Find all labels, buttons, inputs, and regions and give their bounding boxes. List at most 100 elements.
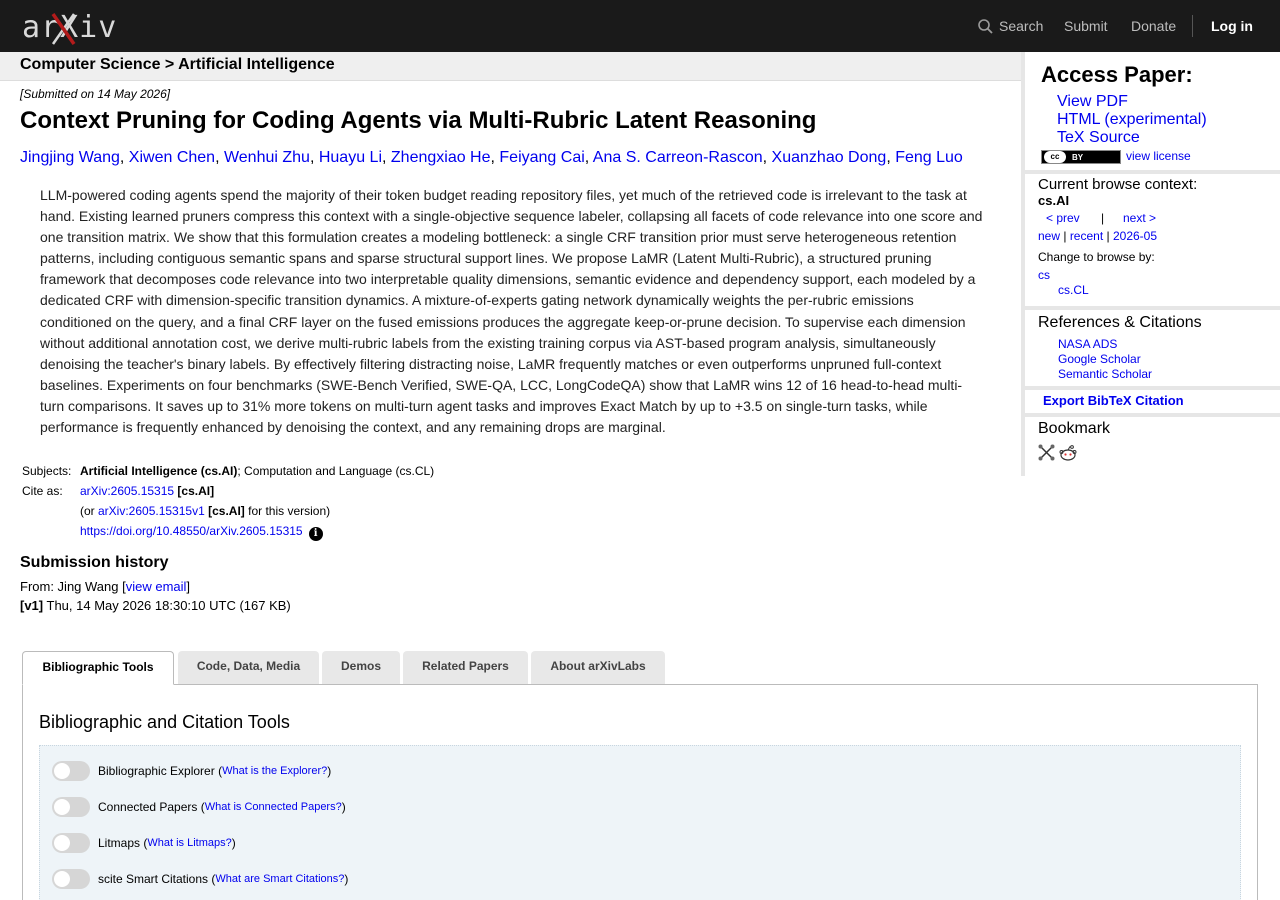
arxiv-logo[interactable]: arXiv bbox=[22, 8, 116, 46]
sidebar-separator bbox=[1021, 413, 1280, 417]
search-link[interactable]: Search bbox=[978, 18, 1043, 34]
tool-info-link[interactable]: What is Litmaps? bbox=[147, 837, 231, 849]
cite-or-prefix: (or bbox=[80, 504, 98, 518]
right-sidebar: Access Paper: View PDF HTML (experimenta… bbox=[1021, 52, 1280, 476]
submission-history-heading: Submission history bbox=[20, 554, 169, 571]
toggle-switch[interactable] bbox=[52, 797, 90, 817]
tools-box: Bibliographic Explorer (What is the Expl… bbox=[39, 745, 1241, 900]
info-icon[interactable]: i bbox=[308, 527, 323, 541]
tool-label: Connected Papers bbox=[98, 800, 198, 814]
cite-label: Cite as: bbox=[22, 484, 63, 498]
prev-next-separator: | bbox=[1101, 211, 1105, 225]
tex-source-link[interactable]: TeX Source bbox=[1057, 129, 1140, 147]
nav-divider bbox=[1192, 15, 1193, 37]
prev-link[interactable]: < prev bbox=[1046, 211, 1080, 225]
reddit-icon[interactable] bbox=[1059, 444, 1077, 461]
version-label: [v1] bbox=[20, 598, 44, 613]
nasa-ads-link[interactable]: NASA ADS bbox=[1058, 337, 1117, 351]
arxiv-id-link[interactable]: arXiv:2605.15315 bbox=[80, 484, 174, 498]
tool-row-bibliographic-explorer: Bibliographic Explorer (What is the Expl… bbox=[52, 761, 331, 781]
logo-x-mark bbox=[51, 12, 76, 46]
submitter-line: From: Jing Wang [view email] bbox=[20, 579, 190, 594]
tool-label: Bibliographic Explorer bbox=[98, 764, 215, 778]
doi-link[interactable]: https://doi.org/10.48550/arXiv.2605.1531… bbox=[80, 524, 303, 538]
other-subjects: ; Computation and Language (cs.CL) bbox=[237, 464, 435, 478]
author-link[interactable]: Feng Luo bbox=[895, 149, 963, 166]
license-type: BY bbox=[1072, 152, 1084, 162]
arxiv-version-link[interactable]: arXiv:2605.15315v1 bbox=[98, 504, 205, 518]
donate-link[interactable]: Donate bbox=[1131, 18, 1176, 34]
author-link[interactable]: Wenhui Zhu bbox=[224, 149, 310, 166]
paper-title: Context Pruning for Coding Agents via Mu… bbox=[20, 107, 817, 134]
semantic-scholar-link[interactable]: Semantic Scholar bbox=[1058, 367, 1152, 381]
primary-subject: Artificial Intelligence (cs.AI) bbox=[80, 464, 238, 478]
search-label: Search bbox=[999, 18, 1044, 34]
google-scholar-link[interactable]: Google Scholar bbox=[1058, 352, 1141, 366]
breadcrumb: Computer Science > Artificial Intelligen… bbox=[20, 56, 335, 73]
tool-info-link[interactable]: What are Smart Citations? bbox=[215, 873, 344, 885]
version-date: Thu, 14 May 2026 18:30:10 UTC (167 KB) bbox=[43, 598, 291, 613]
cc-license-badge[interactable]: cc BY bbox=[1041, 150, 1121, 164]
submit-link[interactable]: Submit bbox=[1064, 18, 1108, 34]
tab-panel: Bibliographic and Citation Tools Bibliog… bbox=[22, 684, 1258, 900]
tab-about-arxivlabs[interactable]: About arXivLabs bbox=[531, 651, 665, 684]
bookmark-icons bbox=[1038, 444, 1077, 461]
sidebar-separator bbox=[1021, 170, 1280, 174]
tab-code-data-media[interactable]: Code, Data, Media bbox=[178, 651, 319, 684]
abstract: LLM-powered coding agents spend the majo… bbox=[40, 187, 983, 436]
change-browse-heading: Change to browse by: bbox=[1038, 250, 1155, 264]
from-prefix: From: Jing Wang [ bbox=[20, 579, 126, 594]
login-link[interactable]: Log in bbox=[1211, 18, 1253, 34]
tool-row-litmaps: Litmaps (What is Litmaps?) bbox=[52, 833, 236, 853]
tab-related-papers[interactable]: Related Papers bbox=[403, 651, 528, 684]
view-email-link[interactable]: view email bbox=[126, 579, 187, 594]
tab-demos[interactable]: Demos bbox=[322, 651, 400, 684]
view-pdf-link[interactable]: View PDF bbox=[1057, 93, 1128, 111]
access-paper-heading: Access Paper: bbox=[1041, 62, 1193, 87]
html-link[interactable]: HTML (experimental) bbox=[1057, 111, 1207, 129]
author-link[interactable]: Huayu Li bbox=[319, 149, 382, 166]
author-link[interactable]: Xuanzhao Dong bbox=[772, 149, 887, 166]
new-link[interactable]: new bbox=[1038, 229, 1060, 243]
tool-row-scite: scite Smart Citations (What are Smart Ci… bbox=[52, 869, 348, 889]
tool-row-connected-papers: Connected Papers (What is Connected Pape… bbox=[52, 797, 346, 817]
author-list: Jingjing Wang, Xiwen Chen, Wenhui Zhu, H… bbox=[20, 149, 963, 166]
tool-info-link[interactable]: What is Connected Papers? bbox=[205, 801, 342, 813]
cc-logo: cc bbox=[1044, 151, 1066, 163]
from-suffix: ] bbox=[186, 579, 191, 594]
panel-title: Bibliographic and Citation Tools bbox=[39, 712, 290, 732]
toggle-switch[interactable] bbox=[52, 761, 90, 781]
browse-context-value: cs.AI bbox=[1038, 193, 1070, 208]
breadcrumb-bar: Computer Science > Artificial Intelligen… bbox=[0, 52, 1022, 81]
author-link[interactable]: Feiyang Cai bbox=[499, 149, 584, 166]
author-link[interactable]: Jingjing Wang bbox=[20, 149, 120, 166]
browse-cscl-link[interactable]: cs.CL bbox=[1058, 283, 1089, 297]
version-line: [v1] Thu, 14 May 2026 18:30:10 UTC (167 … bbox=[20, 598, 291, 613]
bookmark-heading: Bookmark bbox=[1038, 420, 1111, 437]
browse-context-heading: Current browse context: bbox=[1038, 176, 1198, 193]
export-bibtex-link[interactable]: Export BibTeX Citation bbox=[1043, 393, 1184, 408]
author-link[interactable]: Xiwen Chen bbox=[129, 149, 215, 166]
browse-cs-link[interactable]: cs bbox=[1038, 268, 1050, 282]
references-heading: References & Citations bbox=[1038, 314, 1202, 331]
view-license-link[interactable]: view license bbox=[1126, 149, 1191, 163]
sidebar-separator bbox=[1021, 306, 1280, 310]
search-icon bbox=[978, 18, 993, 34]
author-link[interactable]: Zhengxiao He bbox=[391, 149, 491, 166]
author-link[interactable]: Ana S. Carreon-Rascon bbox=[593, 149, 763, 166]
top-navbar: arXiv Search Submit Donate Log in bbox=[0, 0, 1280, 52]
bibsonomy-icon[interactable] bbox=[1038, 444, 1055, 461]
month-link[interactable]: 2026-05 bbox=[1113, 229, 1157, 243]
next-link[interactable]: next > bbox=[1123, 211, 1156, 225]
toggle-switch[interactable] bbox=[52, 869, 90, 889]
tab-bibliographic-tools[interactable]: Bibliographic Tools bbox=[22, 651, 174, 685]
toggle-switch[interactable] bbox=[52, 833, 90, 853]
tool-label: scite Smart Citations bbox=[98, 872, 209, 886]
recent-link[interactable]: recent bbox=[1070, 229, 1103, 243]
cite-version-category: [cs.AI] bbox=[208, 504, 245, 518]
tool-label: Litmaps bbox=[98, 836, 141, 850]
browse-links: new | recent | 2026-05 bbox=[1038, 229, 1158, 243]
cite-category: [cs.AI] bbox=[177, 484, 215, 498]
tool-info-link[interactable]: What is the Explorer? bbox=[222, 765, 327, 777]
submission-date: [Submitted on 14 May 2026] bbox=[20, 87, 171, 101]
